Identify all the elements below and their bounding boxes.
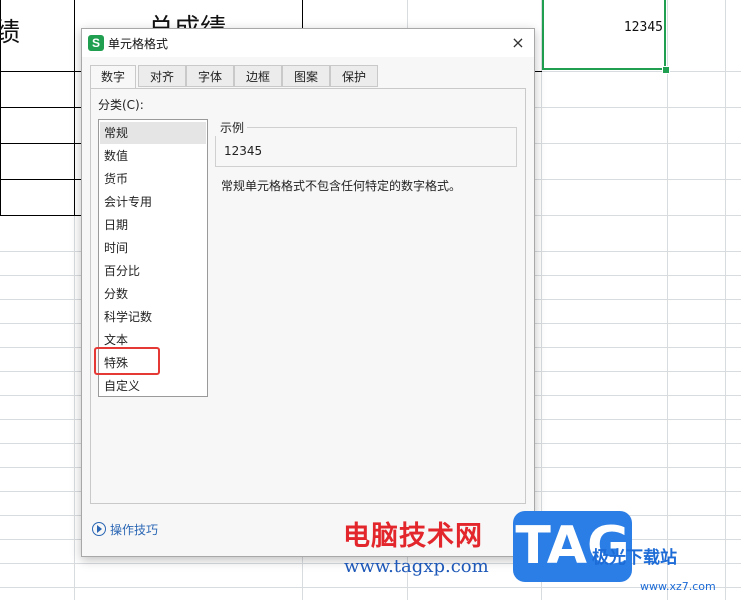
special-category-highlight (94, 347, 160, 375)
play-circle-icon (92, 522, 106, 536)
tab-pattern[interactable]: 图案 (282, 65, 330, 87)
wps-app-icon: S (88, 35, 104, 51)
category-item-date[interactable]: 日期 (100, 214, 206, 236)
sample-value: 12345 (224, 144, 263, 158)
selected-cell[interactable]: 12345 (542, 0, 666, 70)
tab-border[interactable]: 边框 (234, 65, 282, 87)
close-button[interactable]: × (508, 33, 528, 53)
xz-logo: 极光下载站 (592, 548, 677, 568)
dialog-title: 单元格格式 (108, 37, 169, 51)
selected-cell-value: 12345 (623, 20, 663, 35)
category-label: 分类(C): (98, 98, 144, 112)
category-item-percentage[interactable]: 百分比 (100, 260, 206, 282)
category-item-number[interactable]: 数值 (100, 145, 206, 167)
tab-font[interactable]: 字体 (186, 65, 234, 87)
tips-label: 操作技巧 (110, 523, 159, 537)
number-tab-panel: 分类(C): 常规 数值 货币 会计专用 日期 时间 百分比 分数 科学记数 文… (90, 88, 526, 504)
watermark-site-name: 电脑技术网 (343, 521, 483, 552)
tips-link[interactable]: 操作技巧 (92, 521, 158, 538)
format-cells-dialog: S 单元格格式 × 数字 对齐 字体 边框 图案 保护 分类(C): 常规 数值… (81, 28, 535, 557)
xz-url: www.xz7.com (640, 580, 716, 593)
format-description: 常规单元格格式不包含任何特定的数字格式。 (221, 179, 462, 193)
sample-group: 12345 (215, 127, 517, 167)
category-item-accounting[interactable]: 会计专用 (100, 191, 206, 213)
dialog-titlebar[interactable]: S 单元格格式 × (82, 29, 534, 57)
tab-number[interactable]: 数字 (90, 65, 136, 90)
category-item-currency[interactable]: 货币 (100, 168, 206, 190)
fill-handle[interactable] (662, 66, 670, 74)
watermark-site-url: www.tagxp.com (344, 556, 489, 577)
tab-alignment[interactable]: 对齐 (138, 65, 186, 87)
cell-header-fragment[interactable]: 绩 (0, 12, 20, 49)
sample-label: 示例 (215, 119, 248, 136)
category-item-general[interactable]: 常规 (100, 122, 206, 144)
category-item-time[interactable]: 时间 (100, 237, 206, 259)
tab-protection[interactable]: 保护 (330, 65, 378, 87)
category-item-custom[interactable]: 自定义 (100, 375, 206, 397)
category-item-scientific[interactable]: 科学记数 (100, 306, 206, 328)
category-list[interactable]: 常规 数值 货币 会计专用 日期 时间 百分比 分数 科学记数 文本 特殊 自定… (94, 119, 208, 397)
category-item-fraction[interactable]: 分数 (100, 283, 206, 305)
